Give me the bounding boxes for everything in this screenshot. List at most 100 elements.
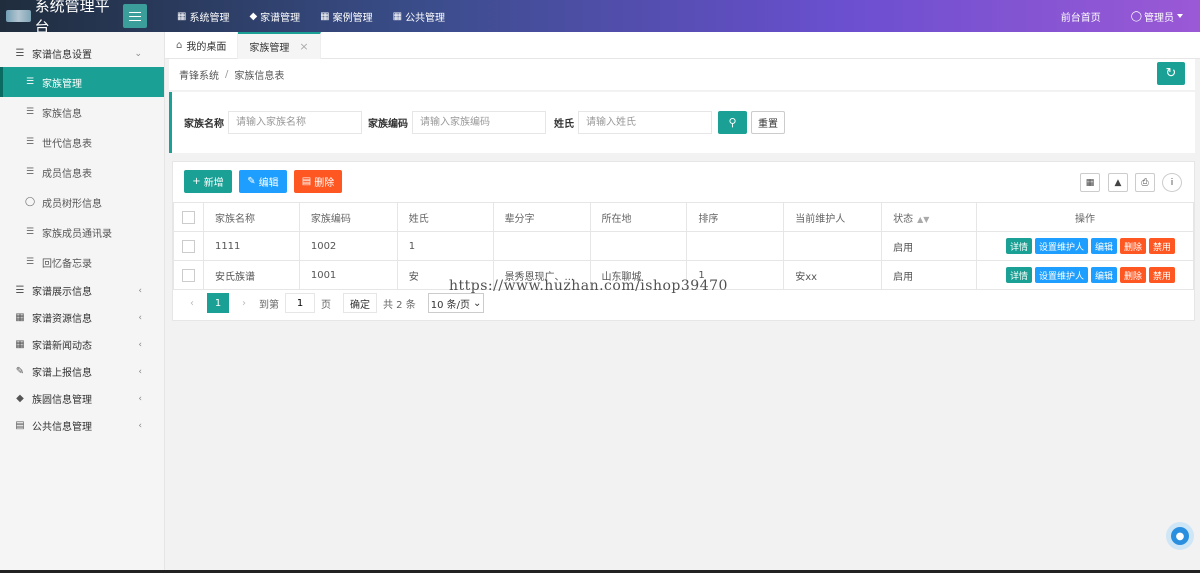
page-size-select[interactable]: 10 条/页 ⌄ bbox=[427, 293, 485, 313]
breadcrumb: 青锋系统 / 家族信息表 ↻ bbox=[169, 59, 1195, 90]
list-icon: ☰ bbox=[25, 257, 35, 267]
chat-button[interactable]: ● bbox=[1166, 522, 1194, 550]
set-maintainer-button[interactable]: 设置维护人 bbox=[1034, 238, 1088, 254]
columns-filter-icon[interactable]: ▦ bbox=[1080, 173, 1100, 192]
hamburger-icon bbox=[129, 11, 141, 21]
sidebar-group-clan[interactable]: ◆ 族圆信息管理 ‹ bbox=[0, 385, 164, 412]
topnav-label: 公共管理 bbox=[405, 12, 446, 24]
current-page-button[interactable]: 1 bbox=[207, 293, 229, 313]
sidebar-item-members[interactable]: ☰ 成员信息表 bbox=[0, 157, 164, 187]
table-toolbar: + 新增 ✎ 编辑 ▤ 删除 ▦ ▲ ⎙ i bbox=[173, 162, 1194, 199]
list-icon: ☰ bbox=[25, 167, 35, 177]
sidebar-item-member-tree[interactable]: ◯ 成员树形信息 bbox=[0, 187, 164, 217]
top-header: 系统管理平台 ▦ 系统管理 ◆ 家谱管理 ▦ 案例管理 ▦ 公共管理 前台首页 … bbox=[0, 0, 1200, 36]
status-column-header[interactable]: 状态 ▲▼ bbox=[881, 202, 978, 232]
page-number-input[interactable] bbox=[285, 293, 315, 313]
sidebar-group-display[interactable]: ☰ 家谱展示信息 ‹ bbox=[0, 277, 164, 304]
sidebar-item-label: 成员树形信息 bbox=[42, 198, 102, 210]
table-row: 1111 1002 1 启用 详情 设置维护人 编辑 删除 禁用 bbox=[173, 231, 1194, 261]
sidebar-item-memo[interactable]: ☰ 回忆备忘录 bbox=[0, 247, 164, 277]
sidebar-group-label: 家谱上报信息 bbox=[32, 368, 92, 379]
set-maintainer-button[interactable]: 设置维护人 bbox=[1034, 267, 1088, 283]
chevron-down-icon: ⌄ bbox=[134, 49, 142, 59]
edit-label: 编辑 bbox=[258, 178, 279, 189]
add-button[interactable]: + 新增 bbox=[184, 170, 232, 193]
row-select-cell bbox=[173, 260, 204, 290]
select-all-checkbox[interactable] bbox=[181, 210, 195, 224]
search-icon: ⚲ bbox=[728, 116, 737, 129]
app-logo: 系统管理平台 bbox=[0, 0, 120, 36]
goto-confirm-button[interactable]: 确定 bbox=[343, 293, 377, 313]
column-header: 家族名称 bbox=[202, 202, 300, 232]
next-page-icon[interactable]: › bbox=[235, 298, 253, 309]
print-icon[interactable]: ⎙ bbox=[1135, 173, 1155, 192]
sidebar-group-news[interactable]: ▦ 家谱新闻动态 ‹ bbox=[0, 331, 164, 358]
menu-toggle-button[interactable] bbox=[123, 4, 147, 28]
front-home-label: 前台首页 bbox=[1060, 12, 1101, 24]
topnav-public[interactable]: ▦ 公共管理 bbox=[384, 0, 456, 32]
disable-button[interactable]: 禁用 bbox=[1149, 238, 1176, 254]
topnav-label: 系统管理 bbox=[189, 12, 230, 24]
topnav-genealogy[interactable]: ◆ 家谱管理 bbox=[240, 0, 311, 32]
sidebar-group-report[interactable]: ✎ 家谱上报信息 ‹ bbox=[0, 358, 164, 385]
cell-code: 1001 bbox=[298, 260, 398, 290]
delete-button[interactable]: ▤ 删除 bbox=[294, 170, 342, 193]
list-icon: ☰ bbox=[25, 137, 35, 147]
chevron-left-icon: ‹ bbox=[138, 340, 142, 350]
row-edit-button[interactable]: 编辑 bbox=[1091, 267, 1118, 283]
page-unit-label: 页 bbox=[321, 299, 331, 311]
pagination: ‹ 1 › 到第 页 确定 共 2 条 10 条/页 ⌄ bbox=[183, 293, 485, 313]
topnav-system[interactable]: ▦ 系统管理 bbox=[168, 0, 240, 32]
detail-button[interactable]: 详情 bbox=[1005, 267, 1032, 283]
tab-label: 我的桌面 bbox=[186, 42, 227, 53]
data-table: 家族名称 家族编码 姓氏 辈分字 所在地 排序 当前维护人 状态 ▲▼ 操作 11… bbox=[173, 202, 1194, 290]
trash-icon: ▤ bbox=[301, 176, 312, 187]
row-edit-button[interactable]: 编辑 bbox=[1091, 238, 1118, 254]
info-icon[interactable]: i bbox=[1162, 173, 1182, 192]
family-code-input[interactable] bbox=[412, 111, 546, 134]
refresh-button[interactable]: ↻ bbox=[1157, 62, 1185, 85]
sort-icon[interactable]: ▲▼ bbox=[917, 215, 929, 224]
prev-page-icon[interactable]: ‹ bbox=[183, 298, 201, 309]
row-checkbox[interactable] bbox=[181, 239, 195, 253]
reset-label: 重置 bbox=[758, 119, 778, 130]
row-select-cell bbox=[173, 231, 204, 261]
sidebar-group-resources[interactable]: ▦ 家谱资源信息 ‹ bbox=[0, 304, 164, 331]
reset-button[interactable]: 重置 bbox=[751, 111, 785, 134]
front-home-link[interactable]: 前台首页 bbox=[1061, 0, 1101, 32]
sidebar-group-public[interactable]: ▤ 公共信息管理 ‹ bbox=[0, 412, 164, 439]
search-panel: 家族名称 家族编码 姓氏 ⚲ 重置 bbox=[169, 92, 1195, 153]
edit-button[interactable]: ✎ 编辑 bbox=[239, 170, 287, 193]
disable-button[interactable]: 禁用 bbox=[1149, 267, 1176, 283]
cell-order bbox=[686, 231, 785, 261]
topnav-cases[interactable]: ▦ 案例管理 bbox=[311, 0, 383, 32]
sidebar-item-generation[interactable]: ☰ 世代信息表 bbox=[0, 127, 164, 157]
tab-family-manage[interactable]: 家族管理 × bbox=[238, 32, 321, 59]
surname-input[interactable] bbox=[578, 111, 712, 134]
tab-label: 家族管理 bbox=[249, 43, 290, 54]
user-menu[interactable]: ◯ 管理员 bbox=[1131, 0, 1183, 32]
cell-surname: 1 bbox=[396, 231, 494, 261]
row-delete-button[interactable]: 删除 bbox=[1120, 267, 1147, 283]
row-checkbox[interactable] bbox=[181, 268, 195, 282]
sidebar-group-settings[interactable]: ☰ 家谱信息设置 ⌄ bbox=[0, 40, 164, 67]
search-button[interactable]: ⚲ bbox=[718, 111, 747, 134]
breadcrumb-root[interactable]: 青锋系统 bbox=[179, 67, 219, 82]
chevron-left-icon: ‹ bbox=[138, 286, 142, 296]
close-icon[interactable]: × bbox=[299, 40, 308, 53]
sidebar-item-family-info[interactable]: ☰ 家族信息 bbox=[0, 97, 164, 127]
export-icon[interactable]: ▲ bbox=[1108, 173, 1128, 192]
family-name-input[interactable] bbox=[228, 111, 362, 134]
sidebar-item-label: 家族成员通讯录 bbox=[42, 228, 112, 240]
sidebar-item-contacts[interactable]: ☰ 家族成员通讯录 bbox=[0, 217, 164, 247]
detail-button[interactable]: 详情 bbox=[1005, 238, 1032, 254]
tab-desktop[interactable]: ⌂ 我的桌面 bbox=[165, 32, 239, 59]
column-header: 家族编码 bbox=[298, 202, 398, 232]
sidebar-item-family-manage[interactable]: ☰ 家族管理 bbox=[0, 67, 164, 97]
chevron-left-icon: ‹ bbox=[138, 421, 142, 431]
sidebar-item-label: 世代信息表 bbox=[42, 138, 92, 150]
sidebar-group-label: 家谱展示信息 bbox=[32, 287, 92, 298]
list-icon: ☰ bbox=[25, 77, 35, 87]
list-icon: ☰ bbox=[15, 48, 25, 59]
row-delete-button[interactable]: 删除 bbox=[1120, 238, 1147, 254]
